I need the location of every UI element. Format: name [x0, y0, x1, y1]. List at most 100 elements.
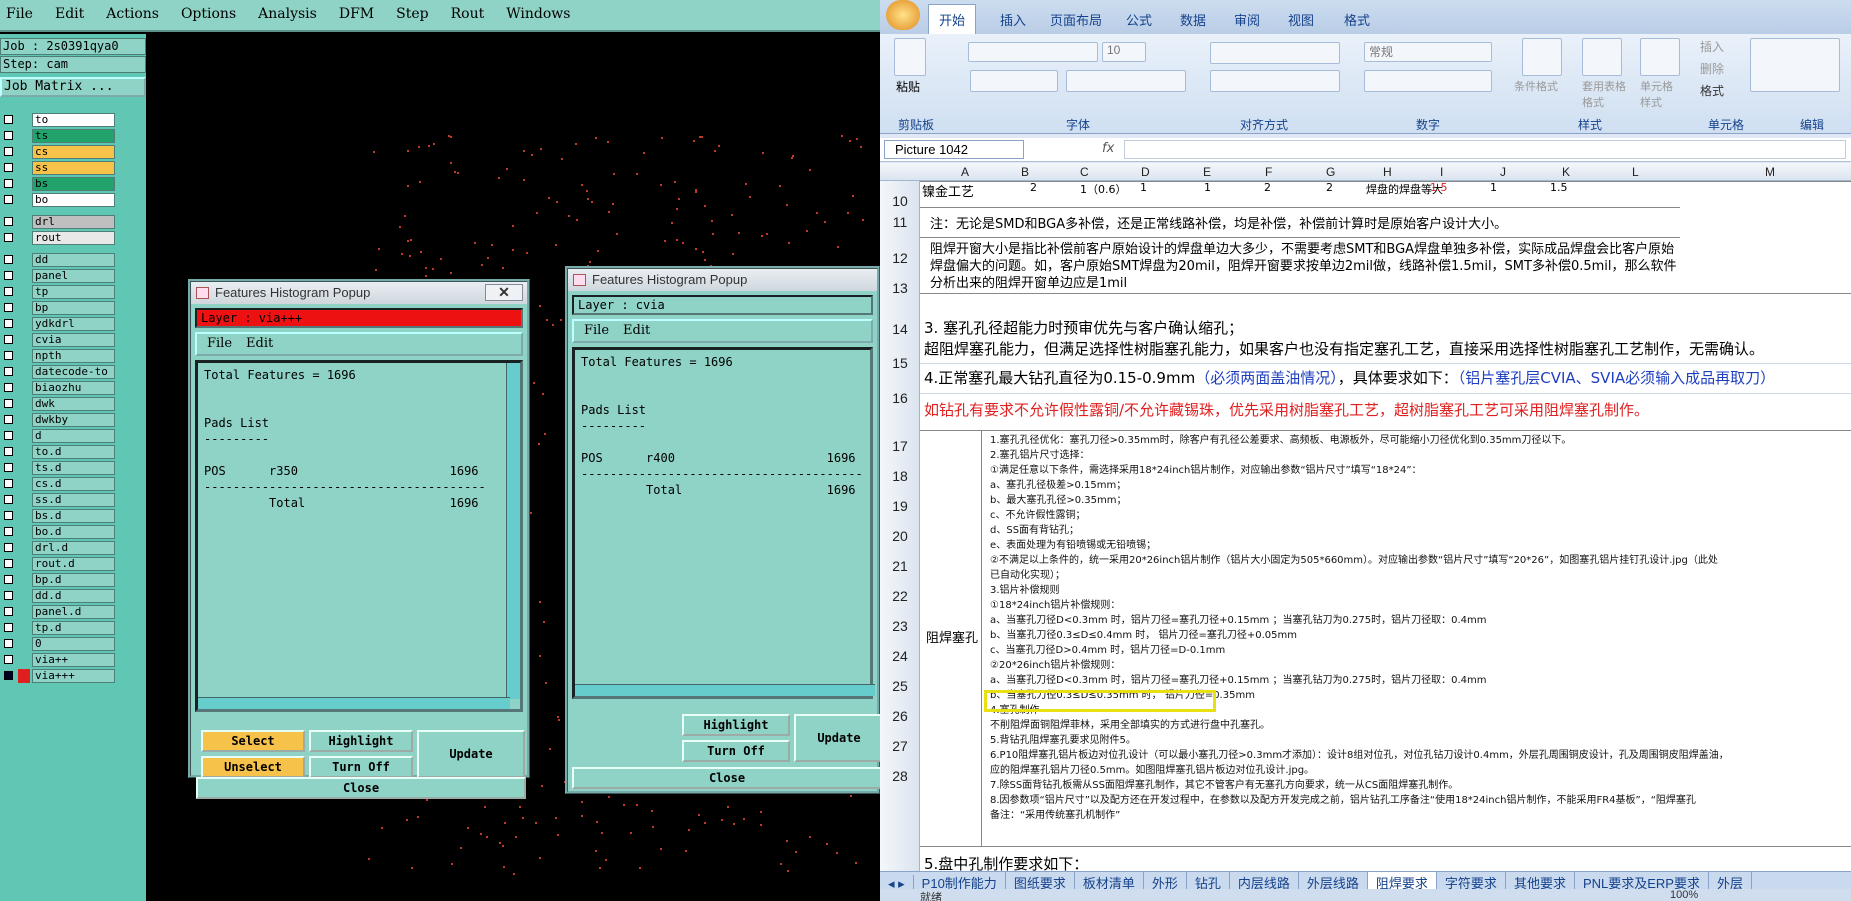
- row-header[interactable]: 23: [880, 618, 920, 634]
- layer-name[interactable]: rout: [32, 231, 115, 245]
- number-format-dropdown[interactable]: 常规: [1364, 42, 1492, 62]
- zoom-level[interactable]: 100%: [1670, 889, 1698, 901]
- layer-name[interactable]: bo: [32, 193, 115, 207]
- tab-page-layout[interactable]: 页面布局: [1050, 10, 1102, 29]
- layer-row[interactable]: bs.d: [0, 508, 118, 524]
- bold-italic-underline-buttons[interactable]: [970, 70, 1058, 92]
- layer-checkbox[interactable]: [4, 543, 13, 552]
- layer-checkbox[interactable]: [4, 527, 13, 536]
- menu-file[interactable]: File: [6, 0, 33, 22]
- menu-edit[interactable]: Edit: [55, 0, 84, 22]
- layer-checkbox[interactable]: [4, 479, 13, 488]
- worksheet-grid[interactable]: 镍金工艺 2 1（0.6） 1 1 2 2 焊盘的焊盘等大 1.5 1 1.5 注：无论是SMD和…: [920, 181, 1851, 871]
- layer-row[interactable]: ss.d: [0, 492, 118, 508]
- layer-row[interactable]: cvia: [0, 332, 118, 348]
- layer-checkbox[interactable]: [4, 217, 13, 226]
- office-button-icon[interactable]: [886, 0, 920, 30]
- layer-row[interactable]: dd.d: [0, 588, 118, 604]
- column-header[interactable]: E: [1203, 165, 1211, 179]
- layer-row[interactable]: bs: [0, 176, 118, 192]
- layer-checkbox[interactable]: [4, 179, 13, 188]
- layer-name[interactable]: cs: [32, 145, 115, 159]
- histogram-text-area[interactable]: Total Features = 1696 Pads List --------…: [195, 360, 523, 712]
- cell-a10[interactable]: 镍金工艺: [922, 181, 974, 200]
- fx-icon[interactable]: fx: [1102, 141, 1114, 156]
- tab-data[interactable]: 数据: [1180, 10, 1206, 29]
- row-header[interactable]: 12: [880, 250, 920, 266]
- layer-name[interactable]: dwkby: [32, 413, 115, 427]
- layer-row[interactable]: panel.d: [0, 604, 118, 620]
- close-icon[interactable]: ✕: [485, 284, 523, 301]
- tab-insert[interactable]: 插入: [1000, 10, 1026, 29]
- cell-row15[interactable]: 4.正常塞孔最大钻孔直径为0.15-0.9mm（必须两面盖油情况），具体要求如下…: [924, 367, 1775, 388]
- row-header[interactable]: 14: [880, 321, 920, 337]
- update-button[interactable]: Update: [417, 730, 525, 778]
- layer-checkbox[interactable]: [4, 383, 13, 392]
- layer-row[interactable]: via+++: [0, 668, 118, 684]
- cell-row10-value[interactable]: 1: [1490, 181, 1497, 194]
- layer-checkbox[interactable]: [4, 495, 13, 504]
- row-header[interactable]: 17: [880, 438, 920, 454]
- tab-review[interactable]: 审阅: [1234, 10, 1260, 29]
- layer-name[interactable]: dd: [32, 253, 115, 267]
- layer-name[interactable]: bp: [32, 301, 115, 315]
- layer-row[interactable]: 0: [0, 636, 118, 652]
- layer-row[interactable]: to: [0, 112, 118, 128]
- layer-name[interactable]: d: [32, 429, 115, 443]
- tab-formulas[interactable]: 公式: [1126, 10, 1152, 29]
- layer-name[interactable]: biaozhu: [32, 381, 115, 395]
- cell-row16[interactable]: 如钻孔有要求不允许假性露铜/不允许藏锡珠，优先采用树脂塞孔工艺，超树脂塞孔工艺可…: [924, 399, 1649, 420]
- layer-checkbox[interactable]: [4, 447, 13, 456]
- layer-name[interactable]: datecode-to: [32, 365, 115, 379]
- row-header[interactable]: 18: [880, 468, 920, 484]
- popup-menu-edit[interactable]: Edit: [623, 323, 650, 338]
- layer-checkbox[interactable]: [4, 351, 13, 360]
- popup-menu-file[interactable]: File: [207, 336, 232, 351]
- layer-row[interactable]: ss: [0, 160, 118, 176]
- notes-text[interactable]: 1.塞孔孔径优化：塞孔刀径>0.35mm时，除客户有孔径公差要求、高频板、电源板…: [990, 433, 1729, 823]
- layer-name[interactable]: panel: [32, 269, 115, 283]
- column-header[interactable]: K: [1562, 165, 1570, 179]
- column-header[interactable]: C: [1080, 165, 1089, 179]
- layer-row[interactable]: drl: [0, 214, 118, 230]
- cell-row14-a[interactable]: 3. 塞孔孔径超能力时预审优先与客户确认缩孔；: [924, 317, 1243, 338]
- layer-row[interactable]: to.d: [0, 444, 118, 460]
- layer-name[interactable]: ss: [32, 161, 115, 175]
- paste-icon[interactable]: [894, 38, 926, 76]
- row-header[interactable]: 26: [880, 708, 920, 724]
- border-fill-color-buttons[interactable]: [1066, 70, 1186, 92]
- layer-row[interactable]: dwkby: [0, 412, 118, 428]
- layer-name[interactable]: panel.d: [32, 605, 115, 619]
- row-header[interactable]: 19: [880, 498, 920, 514]
- cell-row10-value[interactable]: 1.5: [1430, 181, 1448, 194]
- job-matrix-button[interactable]: Job Matrix ...: [0, 77, 146, 97]
- horizontal-scrollbar[interactable]: [575, 684, 875, 696]
- column-header[interactable]: H: [1383, 165, 1392, 179]
- layer-row[interactable]: ydkdrl: [0, 316, 118, 332]
- cell-row11[interactable]: 注：无论是SMD和BGA多补偿，还是正常线路补偿，均是补偿，补偿前计算时是原始客…: [930, 213, 1507, 232]
- popup-menu-file[interactable]: File: [584, 323, 609, 338]
- layer-row[interactable]: cs: [0, 144, 118, 160]
- menu-dfm[interactable]: DFM: [339, 0, 374, 22]
- cell-row10-value[interactable]: 2: [1264, 181, 1271, 194]
- turn-off-button[interactable]: Turn Off: [682, 740, 790, 762]
- layer-name[interactable]: cs.d: [32, 477, 115, 491]
- column-header[interactable]: D: [1141, 165, 1150, 179]
- percent-comma-buttons[interactable]: [1364, 70, 1492, 92]
- layer-name[interactable]: 0: [32, 637, 115, 651]
- conditional-format-icon[interactable]: [1522, 38, 1562, 76]
- horizontal-scrollbar[interactable]: [198, 697, 510, 709]
- layer-checkbox[interactable]: [4, 639, 13, 648]
- layer-row[interactable]: panel: [0, 268, 118, 284]
- column-header[interactable]: I: [1440, 165, 1443, 179]
- menu-step[interactable]: Step: [396, 0, 428, 22]
- tab-home[interactable]: 开始: [928, 4, 977, 34]
- layer-row[interactable]: tp.d: [0, 620, 118, 636]
- layer-row[interactable]: rout.d: [0, 556, 118, 572]
- layer-checkbox[interactable]: [4, 335, 13, 344]
- close-button[interactable]: Close: [572, 767, 880, 789]
- row-header[interactable]: 11: [880, 214, 920, 230]
- column-header[interactable]: G: [1326, 165, 1335, 179]
- menu-analysis[interactable]: Analysis: [258, 0, 317, 22]
- column-header[interactable]: M: [1765, 165, 1775, 179]
